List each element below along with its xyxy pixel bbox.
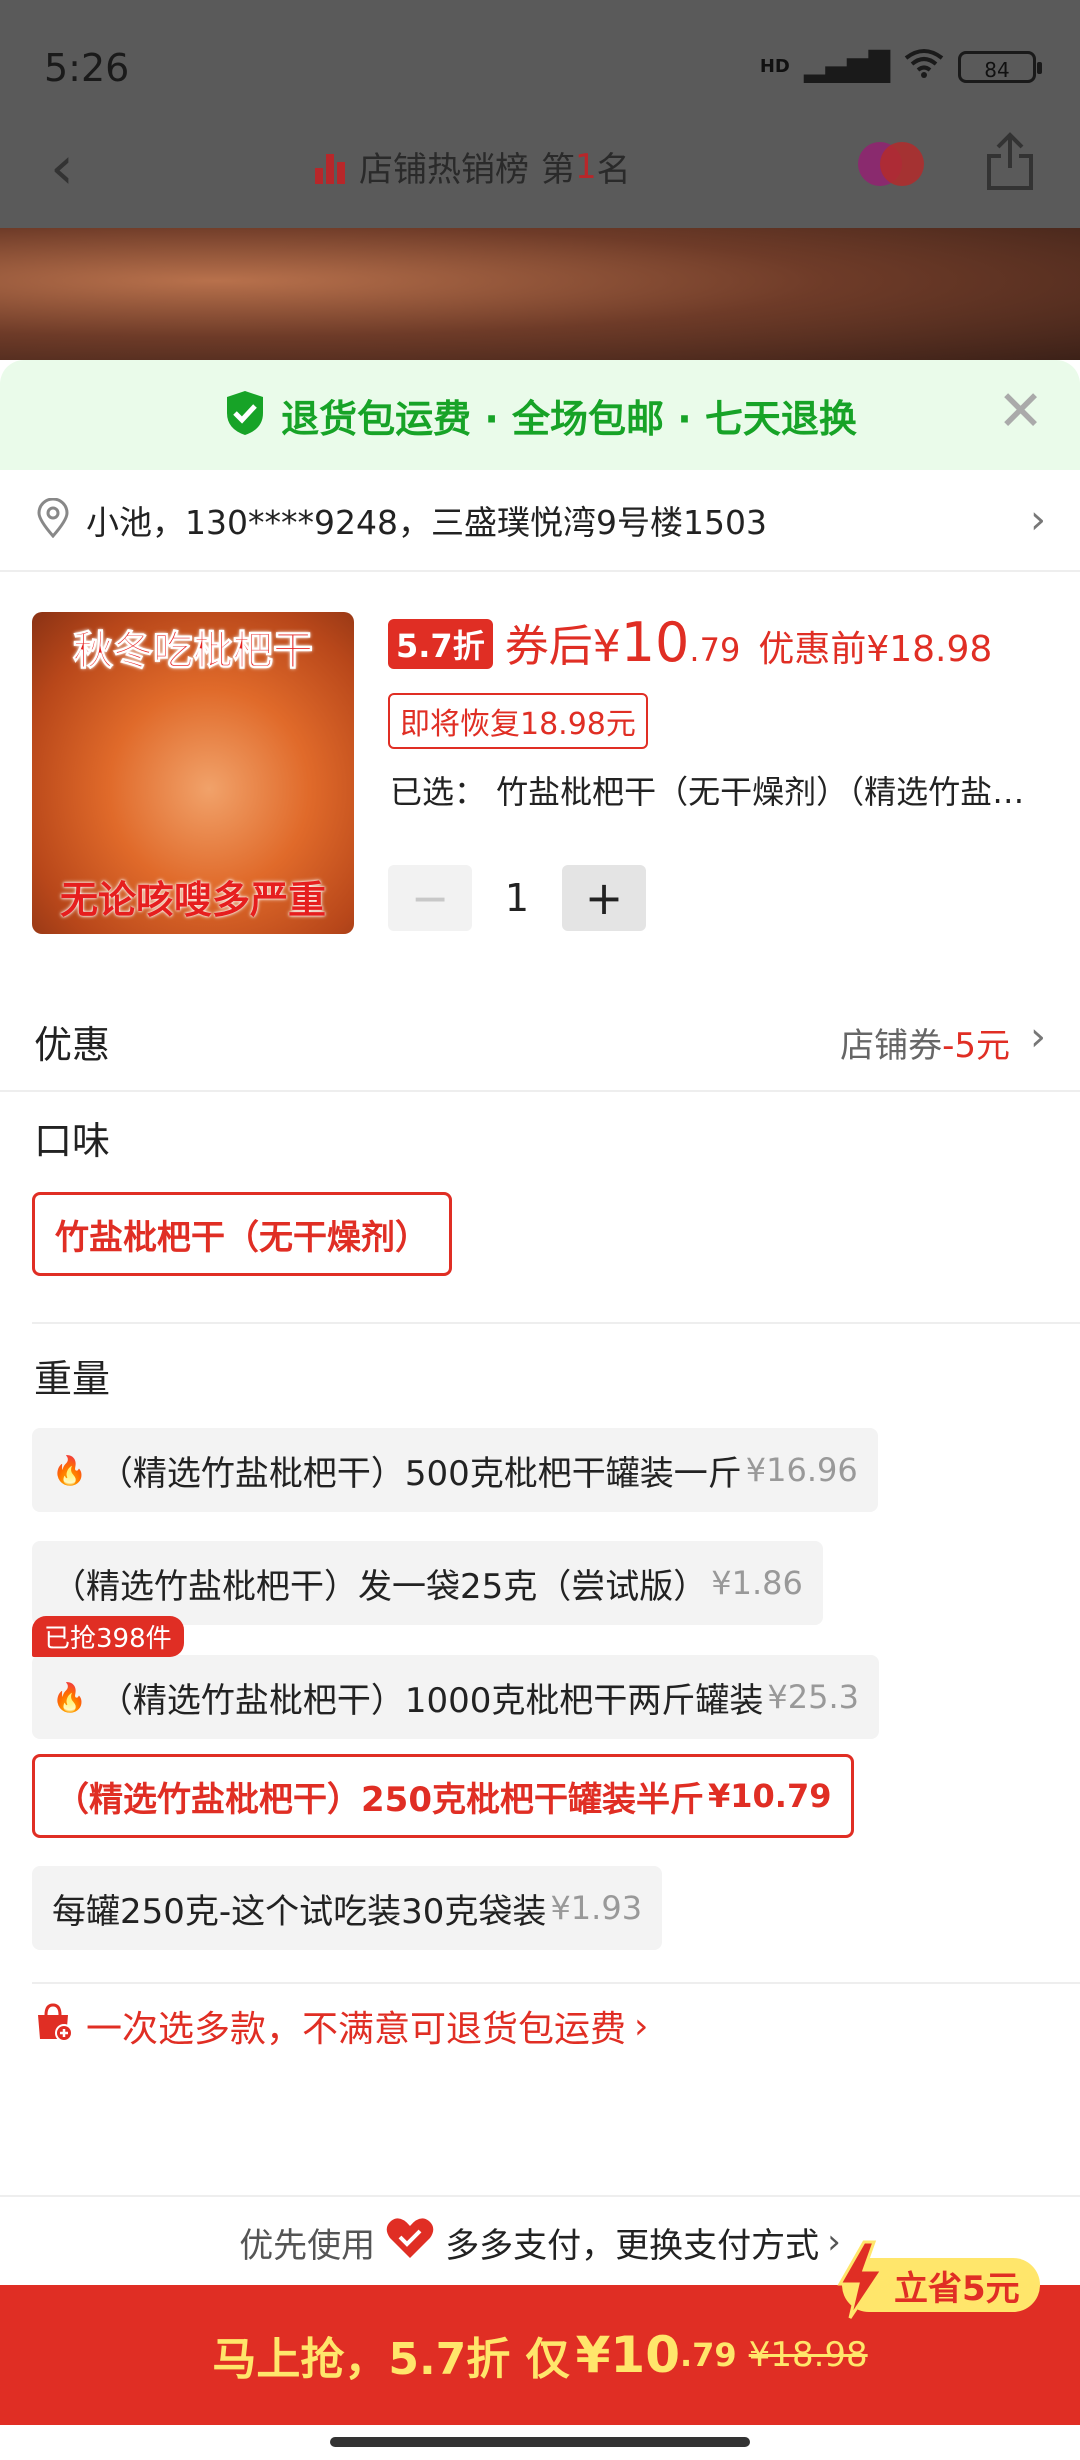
- coupon-prefix: 店铺券: [840, 1026, 943, 1066]
- weight-option-selected[interactable]: （精选竹盐枇杷干）250克枇杷干罐装半斤 ¥10.79: [32, 1754, 855, 1838]
- status-icons: HD ▂▄▆█ 84: [759, 48, 1042, 85]
- discount-row[interactable]: 优惠 店铺券-5元 ›: [0, 990, 1080, 1092]
- back-arrow-icon[interactable]: ‹: [50, 138, 74, 198]
- price-integer: 10: [620, 611, 690, 674]
- save-amount-text: 立省5元: [894, 2268, 1020, 2309]
- weight-option-price: ¥10.79: [707, 1777, 832, 1815]
- shop-avatar[interactable]: [858, 142, 924, 190]
- section-divider: [32, 1322, 1080, 1324]
- section-divider: [32, 1982, 1080, 1984]
- buy-price-decimal: .79: [680, 2336, 737, 2374]
- discount-badge: 5.7折: [388, 619, 493, 669]
- price-after-label: 券后¥: [504, 621, 621, 672]
- promo-text: 退货包运费 · 全场包邮 · 七天退换: [281, 396, 857, 441]
- address-text: 小池，130****9248，三盛璞悦湾9号楼1503: [86, 503, 767, 542]
- location-pin-icon: [36, 497, 70, 542]
- shopping-bag-plus-icon: [32, 2001, 86, 2052]
- chevron-right-icon: ›: [634, 2005, 649, 2047]
- save-amount-badge: 立省5元: [837, 2240, 1040, 2319]
- selected-sku-text: 已选： 竹盐枇杷干（无干燥剂）（精选竹盐枇杷干）250克枇杷干罐装半斤: [390, 773, 1030, 811]
- flame-icon: 🔥: [52, 1680, 87, 1714]
- rank-prefix: 第: [541, 150, 575, 190]
- quantity-stepper: − 1 +: [388, 865, 646, 931]
- weight-option-label: （精选竹盐枇杷干）250克枇杷干罐装半斤: [55, 1779, 704, 1820]
- quantity-value[interactable]: 1: [472, 876, 562, 920]
- nav-title-text: 店铺热销榜: [359, 150, 529, 190]
- price-before: 优惠前¥18.98: [758, 629, 993, 670]
- rank-chart-icon: [315, 150, 345, 184]
- sold-count-badge: 已抢398件: [32, 1616, 184, 1657]
- multi-select-text: 一次选多款，不满意可退货包运费: [86, 2009, 627, 2050]
- product-photo-background: [0, 228, 1080, 360]
- home-indicator[interactable]: [330, 2437, 750, 2447]
- signal-icon: ▂▄▆█: [803, 50, 890, 83]
- quantity-minus-button[interactable]: −: [388, 865, 472, 931]
- image-caption-top: 秋冬吃枇杷干: [73, 628, 314, 675]
- multi-select-link[interactable]: 一次选多款，不满意可退货包运费 ›: [32, 2000, 648, 2052]
- flavor-option[interactable]: 竹盐枇杷干（无干燥剂）: [32, 1192, 452, 1276]
- buy-button-text: 马上抢，5.7折 仅: [212, 2334, 570, 2385]
- status-time: 5:26: [44, 46, 130, 90]
- rank-number: 1: [575, 146, 597, 187]
- lightning-bolt-icon: [837, 2240, 885, 2319]
- chevron-right-icon: ›: [1030, 497, 1046, 543]
- weight-label: 重量: [34, 1357, 111, 1401]
- promo-banner: 退货包运费 · 全场包邮 · 七天退换 ✕: [0, 360, 1080, 470]
- weight-option-price: ¥16.96: [745, 1451, 858, 1489]
- product-thumbnail[interactable]: 秋冬吃枇杷干 无论咳嗖多严重: [32, 612, 354, 934]
- flame-icon: 🔥: [52, 1453, 87, 1487]
- network-type-label: HD: [759, 56, 790, 77]
- coupon-amount: -5元: [942, 1026, 1010, 1066]
- shield-check-icon: [223, 389, 267, 441]
- quantity-plus-button[interactable]: +: [562, 865, 646, 931]
- weight-option-label: 每罐250克-这个试吃装30克袋装: [52, 1891, 547, 1932]
- close-icon[interactable]: ✕: [997, 384, 1044, 440]
- restore-price-tag: 即将恢复18.98元: [388, 693, 648, 749]
- address-row[interactable]: 小池，130****9248，三盛璞悦湾9号楼1503 ›: [0, 470, 1080, 572]
- discount-label: 优惠: [34, 1023, 111, 1067]
- weight-option-price: ¥1.86: [711, 1564, 803, 1602]
- price-line: 5.7折 券后¥ 10 .79 优惠前¥18.98: [388, 610, 992, 674]
- status-bar: 5:26 HD ▂▄▆█ 84: [0, 0, 1080, 130]
- weight-option[interactable]: 🔥 （精选竹盐枇杷干）1000克枇杷干两斤罐装 ¥25.3: [32, 1655, 880, 1739]
- weight-option-label: （精选竹盐枇杷干）500克枇杷干罐装一斤: [98, 1453, 742, 1494]
- coupon-value: 店铺券-5元: [840, 1018, 1010, 1067]
- nav-bar: ‹ 店铺热销榜 第 1 名: [0, 120, 1080, 220]
- buy-original-price: ¥18.98: [748, 2335, 868, 2375]
- payment-brand: 多多支付，: [445, 2225, 616, 2266]
- flavor-option-label: 竹盐枇杷干（无干燥剂）: [55, 1217, 429, 1258]
- weight-option[interactable]: 🔥 （精选竹盐枇杷干）500克枇杷干罐装一斤 ¥16.96: [32, 1428, 878, 1512]
- rank-suffix: 名: [596, 150, 631, 190]
- battery-icon: 84: [958, 50, 1042, 83]
- chevron-right-icon: ›: [1030, 1014, 1046, 1060]
- payment-prefix: 优先使用: [239, 2225, 376, 2266]
- flavor-label: 口味: [34, 1119, 111, 1163]
- share-icon[interactable]: [985, 132, 1035, 192]
- weight-option-price: ¥25.3: [767, 1678, 860, 1716]
- weight-option[interactable]: 每罐250克-这个试吃装30克袋装 ¥1.93: [32, 1866, 663, 1950]
- heart-check-icon: [375, 2216, 445, 2269]
- sku-selection-sheet: 退货包运费 · 全场包邮 · 七天退换 ✕ 小池，130****9248，三盛璞…: [0, 360, 1080, 2460]
- weight-option-label: （精选竹盐枇杷干）发一袋25克（尝试版）: [52, 1566, 708, 1607]
- buy-price-currency: ¥: [575, 2326, 611, 2384]
- image-caption-bottom: 无论咳嗖多严重: [59, 878, 326, 922]
- buy-price-integer: 10: [610, 2326, 680, 2384]
- weight-option-label: （精选竹盐枇杷干）1000克枇杷干两斤罐装: [98, 1680, 764, 1721]
- wifi-icon: [904, 48, 944, 85]
- price-decimal: .79: [689, 631, 741, 669]
- weight-option[interactable]: （精选竹盐枇杷干）发一袋25克（尝试版） ¥1.86: [32, 1541, 823, 1625]
- nav-title[interactable]: 店铺热销榜 第 1 名: [315, 142, 631, 191]
- payment-change-text: 更换支付方式: [615, 2225, 820, 2266]
- weight-option-price: ¥1.93: [550, 1889, 643, 1927]
